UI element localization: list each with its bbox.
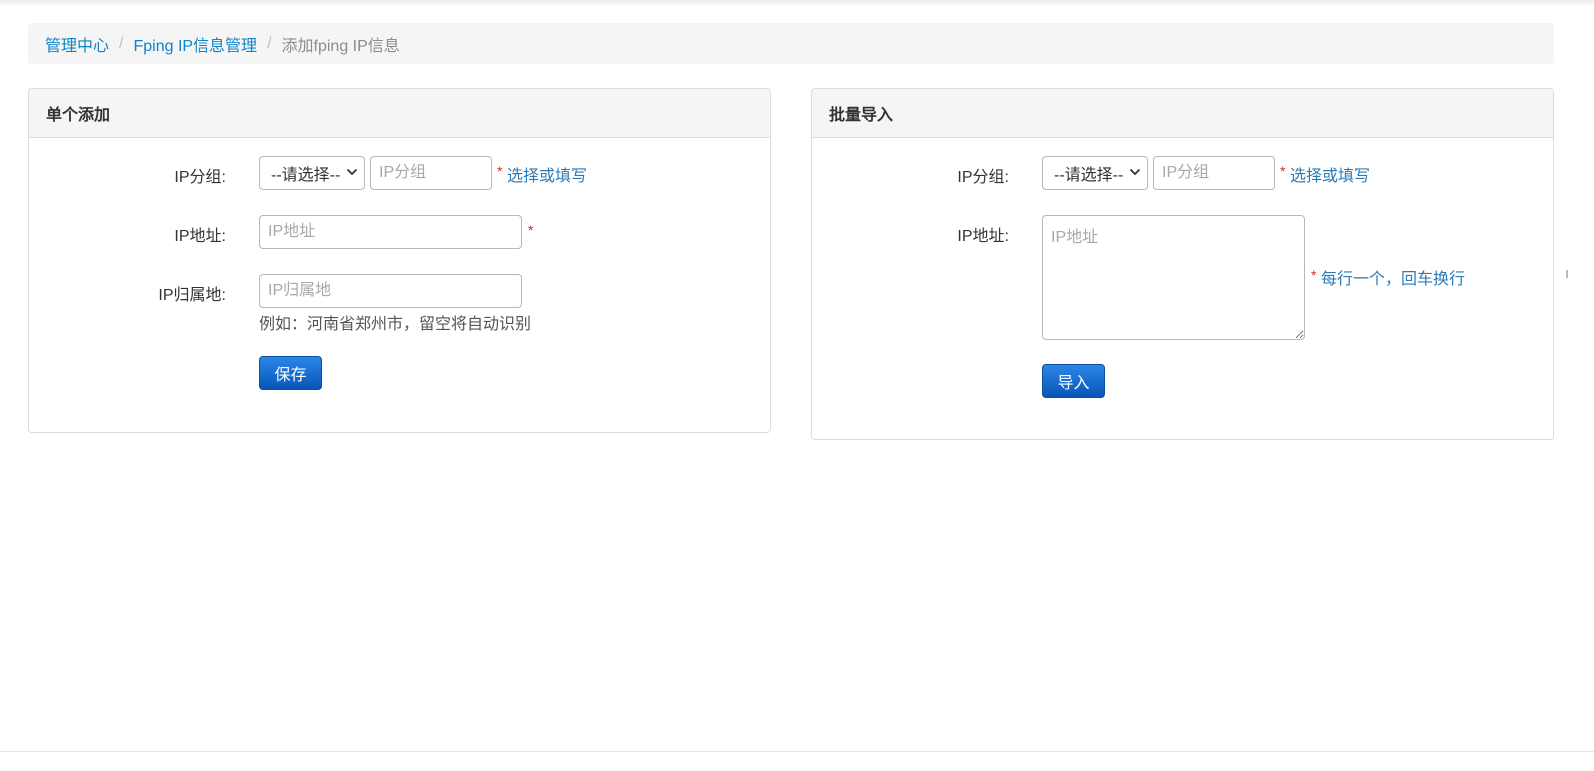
batch-group-input[interactable] (1153, 156, 1275, 190)
chevron-down-icon (346, 168, 358, 176)
single-group-required-mark: * (497, 163, 503, 179)
breadcrumb-separator: / (119, 34, 124, 52)
breadcrumb-separator: / (267, 34, 272, 52)
single-group-hint: 选择或填写 (507, 168, 588, 185)
single-location-help: 例如：河南省郑州市，留空将自动识别 (259, 316, 532, 333)
single-ip-input[interactable] (259, 215, 522, 249)
single-add-panel-title: 单个添加 (29, 89, 770, 138)
single-group-input[interactable] (370, 156, 492, 190)
single-add-panel: 单个添加 (28, 88, 771, 433)
chevron-down-icon (1129, 168, 1141, 176)
batch-ip-label: IP地址: (957, 228, 1009, 245)
single-group-label: IP分组: (174, 169, 226, 186)
single-group-select-value: --请选择-- (271, 167, 341, 184)
single-location-label: IP归属地: (158, 287, 226, 304)
breadcrumb: 管理中心 / Fping IP信息管理 / 添加fping IP信息 (28, 23, 1554, 64)
batch-group-label: IP分组: (957, 169, 1009, 186)
save-button[interactable]: 保存 (259, 356, 322, 390)
breadcrumb-current: 添加fping IP信息 (281, 37, 400, 55)
breadcrumb-link-fping-ip-manage[interactable]: Fping IP信息管理 (133, 32, 257, 56)
batch-ip-textarea[interactable] (1042, 215, 1305, 340)
batch-ip-required-mark: * (1311, 267, 1317, 283)
scrollbar-edge (1566, 270, 1568, 278)
batch-group-select[interactable]: --请选择-- (1042, 156, 1148, 190)
batch-group-hint: 选择或填写 (1290, 168, 1371, 185)
batch-group-select-value: --请选择-- (1054, 167, 1124, 184)
single-ip-label: IP地址: (174, 228, 226, 245)
batch-import-panel-title: 批量导入 (812, 89, 1553, 138)
single-ip-required-mark: * (528, 222, 534, 238)
batch-group-required-mark: * (1280, 163, 1286, 179)
breadcrumb-link-admin-center[interactable]: 管理中心 (45, 32, 109, 56)
footer-divider (0, 751, 1594, 752)
import-button[interactable]: 导入 (1042, 364, 1105, 398)
batch-ip-hint: 每行一个，回车换行 (1321, 271, 1466, 288)
single-location-input[interactable] (259, 274, 522, 308)
single-group-select[interactable]: --请选择-- (259, 156, 365, 190)
top-shadow (0, 0, 1594, 6)
